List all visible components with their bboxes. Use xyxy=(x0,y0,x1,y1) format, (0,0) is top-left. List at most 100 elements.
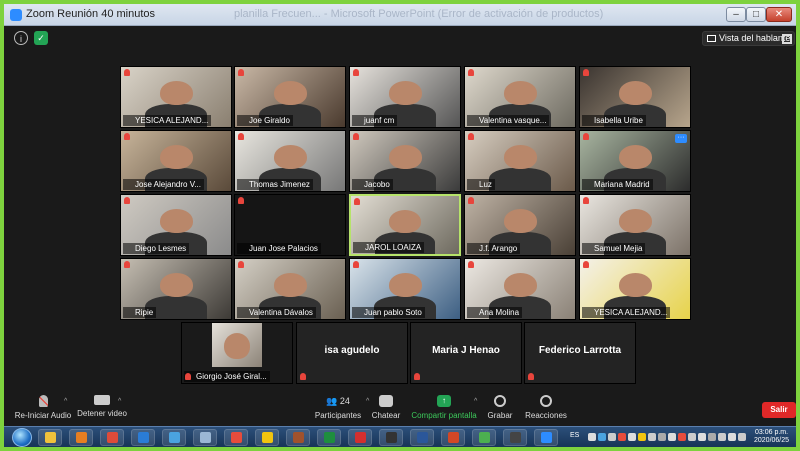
taskbar-powerpoint-button[interactable] xyxy=(441,429,465,446)
record-icon xyxy=(494,395,506,407)
muted-mic-icon xyxy=(354,198,360,205)
taskbar-media-player-button[interactable] xyxy=(69,429,93,446)
smiley-icon xyxy=(540,395,552,407)
participant-tile[interactable]: Ana Molina xyxy=(464,258,576,320)
minimize-button[interactable]: – xyxy=(726,7,746,22)
taskbar-excel-button[interactable] xyxy=(317,429,341,446)
participant-name: Valentina vasque... xyxy=(467,115,550,126)
taskbar-chrome-button[interactable] xyxy=(100,429,124,446)
participant-tile[interactable]: Federico Larrotta xyxy=(524,322,636,384)
muted-mic-icon xyxy=(583,69,589,76)
taskbar-acrobat-button[interactable] xyxy=(348,429,372,446)
close-button[interactable]: ✕ xyxy=(766,7,792,22)
info-icon[interactable]: i xyxy=(14,31,28,45)
title-bar: Zoom Reunión 40 minutos planilla Frecuen… xyxy=(4,4,796,26)
zoom-app-icon xyxy=(10,9,22,21)
taskbar-ie-button[interactable] xyxy=(162,429,186,446)
participant-tile[interactable]: juanf cm xyxy=(349,66,461,128)
muted-mic-icon xyxy=(353,133,359,140)
share-options-caret[interactable]: ^ xyxy=(474,398,477,405)
participant-tile[interactable]: Jacobo xyxy=(349,130,461,192)
participant-face xyxy=(618,145,652,170)
participant-tile[interactable]: J.f. Arango xyxy=(464,194,576,256)
tray-icon[interactable] xyxy=(628,433,636,441)
participant-tile[interactable]: Maria J Henao xyxy=(410,322,522,384)
participant-tile[interactable]: Valentina Dávalos xyxy=(234,258,346,320)
taskbar-clock[interactable]: 03:06 p.m. 2020/06/25 xyxy=(754,429,789,445)
clock-date: 2020/06/25 xyxy=(754,437,790,444)
participant-face xyxy=(618,209,652,234)
participant-tile[interactable]: Valentina vasque... xyxy=(464,66,576,128)
tray-icon[interactable] xyxy=(618,433,626,441)
participant-tile[interactable]: Ripie xyxy=(120,258,232,320)
tray-icon[interactable] xyxy=(668,433,676,441)
tray-icon[interactable] xyxy=(728,433,736,441)
participant-tile[interactable]: Thomas Jimenez xyxy=(234,130,346,192)
tray-icon[interactable] xyxy=(688,433,696,441)
taskbar-word-button[interactable] xyxy=(410,429,434,446)
paint-icon xyxy=(231,432,242,443)
taskbar-obs2-button[interactable] xyxy=(503,429,527,446)
tray-icon[interactable] xyxy=(608,433,616,441)
participant-face xyxy=(159,81,193,106)
participant-tile[interactable]: YESICA ALEJAND... xyxy=(579,258,691,320)
taskbar-outlook-button[interactable] xyxy=(131,429,155,446)
tray-icon[interactable] xyxy=(738,433,746,441)
participants-button[interactable]: 👥 24 Participantes xyxy=(306,392,370,426)
tray-icon[interactable] xyxy=(598,433,606,441)
video-options-caret[interactable]: ^ xyxy=(118,398,121,405)
taskbar-camtasia-button[interactable] xyxy=(472,429,496,446)
tray-icon[interactable] xyxy=(698,433,706,441)
participant-name: Giorgio José Giral... xyxy=(184,371,270,382)
fullscreen-icon[interactable] xyxy=(782,34,792,44)
chat-button[interactable]: Chatear xyxy=(364,392,408,426)
taskbar-zoom-button[interactable] xyxy=(534,429,558,446)
tray-icon[interactable] xyxy=(648,433,656,441)
participant-face xyxy=(388,145,422,170)
participants-icon: 👥 24 xyxy=(326,396,350,406)
tile-more-button[interactable]: ··· xyxy=(675,134,687,143)
shield-icon[interactable]: ✓ xyxy=(34,31,48,45)
taskbar-word-pad-button[interactable] xyxy=(286,429,310,446)
participant-tile[interactable]: Mariana Madrid ··· xyxy=(579,130,691,192)
taskbar-paint-button[interactable] xyxy=(224,429,248,446)
participant-tile[interactable]: Isabella Uribe xyxy=(579,66,691,128)
participant-name: Diego Lesmes xyxy=(123,243,190,254)
participant-tile[interactable]: Juan pablo Soto xyxy=(349,258,461,320)
taskbar-folder-button[interactable] xyxy=(255,429,279,446)
stop-video-button[interactable]: Detener video xyxy=(74,392,130,426)
tray-icon[interactable] xyxy=(708,433,716,441)
share-screen-label: Compartir pantalla xyxy=(411,411,477,420)
taskbar-notepad-button[interactable] xyxy=(193,429,217,446)
participant-name: Jose Alejandro V... xyxy=(123,179,204,190)
participant-tile[interactable]: Diego Lesmes xyxy=(120,194,232,256)
leave-meeting-button[interactable]: Salir xyxy=(762,402,796,418)
tray-icon[interactable] xyxy=(658,433,666,441)
share-screen-button[interactable]: ↑ Compartir pantalla xyxy=(408,392,480,426)
taskbar-explorer-button[interactable] xyxy=(38,429,62,446)
tray-icon[interactable] xyxy=(638,433,646,441)
maximize-button[interactable]: □ xyxy=(746,7,766,22)
participant-tile[interactable]: isa agudelo xyxy=(296,322,408,384)
taskbar-obs-button[interactable] xyxy=(379,429,403,446)
participant-name: isa agudelo xyxy=(324,345,380,356)
participant-face xyxy=(388,81,422,106)
start-button[interactable] xyxy=(12,428,32,447)
record-button[interactable]: Grabar xyxy=(478,392,522,426)
participant-tile[interactable]: Joe Giraldo xyxy=(234,66,346,128)
tray-icon[interactable] xyxy=(588,433,596,441)
participant-tile[interactable]: YESICA ALEJAND... xyxy=(120,66,232,128)
participant-tile[interactable]: Luz xyxy=(464,130,576,192)
tray-icon[interactable] xyxy=(718,433,726,441)
tray-icon[interactable] xyxy=(678,433,686,441)
participant-tile[interactable]: Giorgio José Giral... xyxy=(181,322,293,384)
participant-face xyxy=(388,209,422,234)
reactions-button[interactable]: Reacciones xyxy=(520,392,572,426)
participant-tile[interactable]: Jose Alejandro V... xyxy=(120,130,232,192)
audio-options-caret[interactable]: ^ xyxy=(64,398,67,405)
participant-tile[interactable]: Samuel Mejia xyxy=(579,194,691,256)
participant-face xyxy=(618,273,652,298)
participant-tile[interactable]: Juan Jose Palacios xyxy=(234,194,346,256)
participant-tile[interactable]: JAROL LOAIZA xyxy=(349,194,461,256)
language-indicator[interactable]: ES xyxy=(570,432,579,439)
